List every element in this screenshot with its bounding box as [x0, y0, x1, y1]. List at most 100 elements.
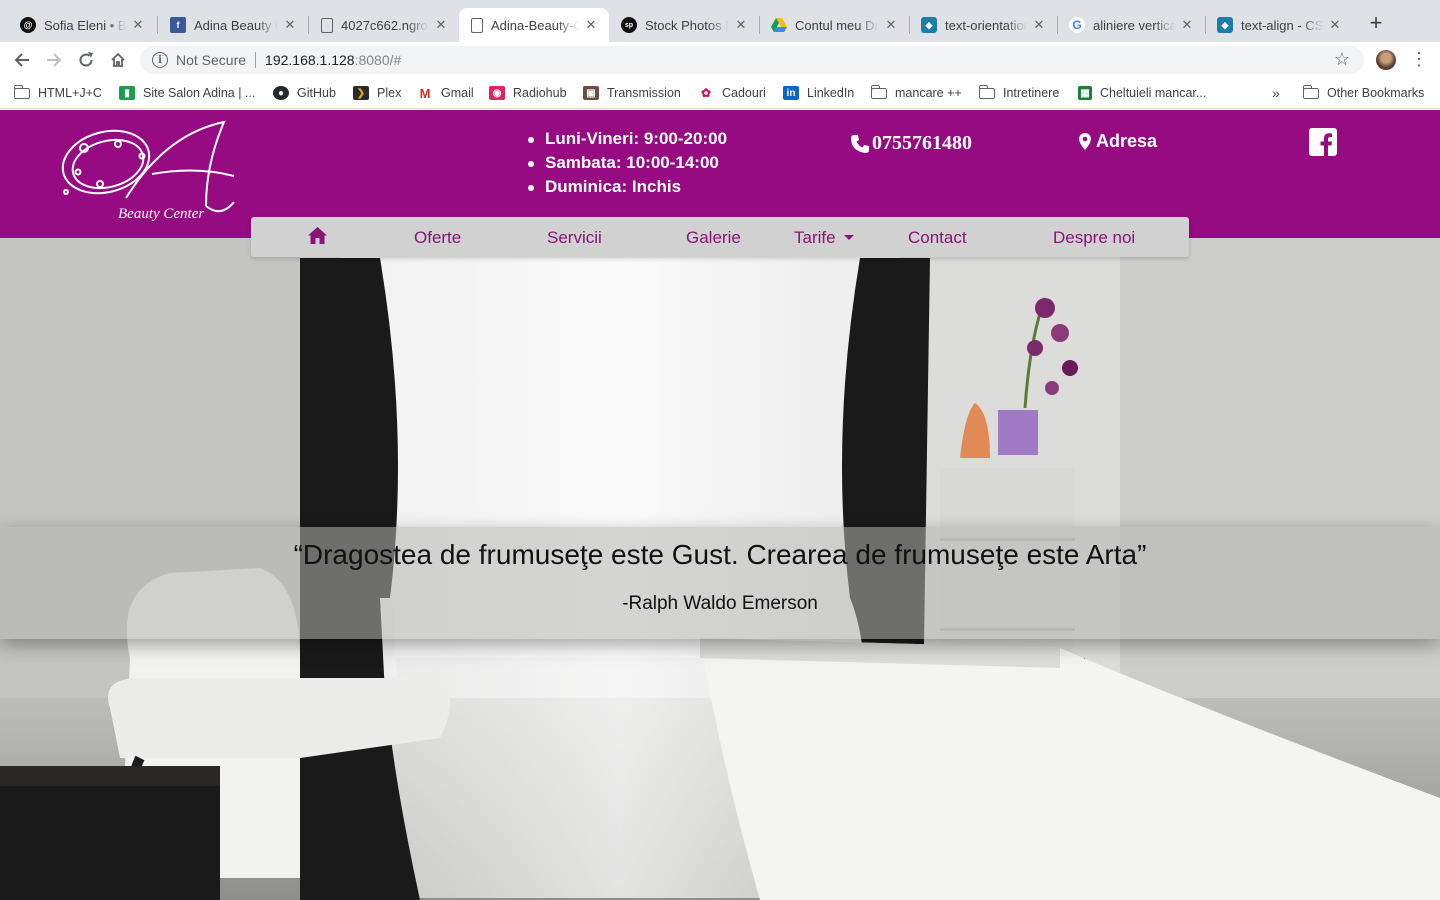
- tab-title: text-orientation: [945, 17, 1027, 33]
- nav-oferte[interactable]: Oferte: [414, 228, 461, 248]
- close-icon[interactable]: ✕: [130, 17, 146, 33]
- folder-icon: [978, 84, 995, 99]
- address-link[interactable]: Adresa: [1079, 131, 1157, 152]
- sp-icon: sp: [621, 17, 637, 33]
- tab[interactable]: ◆ text-orientation ✕: [909, 8, 1057, 42]
- tab-title: 4027c662.ngro: [341, 17, 428, 33]
- star-icon[interactable]: ☆: [1334, 49, 1350, 70]
- reload-icon[interactable]: [74, 48, 98, 72]
- tab[interactable]: G aliniere vertica ✕: [1057, 8, 1205, 42]
- other-bookmarks[interactable]: Other Bookmarks: [1302, 83, 1424, 103]
- phone-icon: [851, 134, 869, 153]
- tab-title: Stock Photos |: [645, 17, 729, 33]
- tab-active[interactable]: Adina-Beauty-C ✕: [459, 8, 609, 42]
- gmail-icon: M: [417, 86, 433, 101]
- folder-icon: [1302, 84, 1319, 99]
- home-icon[interactable]: [308, 227, 327, 249]
- forward-icon[interactable]: [42, 48, 66, 72]
- tab[interactable]: Contul meu Dri ✕: [759, 8, 909, 42]
- website-viewport: Beauty Center Luni-Vineri: 9:00-20:00 Sa…: [0, 110, 1440, 900]
- bookmark-item[interactable]: ✿ Cadouri: [698, 83, 766, 103]
- trello-icon: ▮: [119, 86, 135, 100]
- opening-hours: Luni-Vineri: 9:00-20:00 Sambata: 10:00-1…: [528, 127, 727, 199]
- address-bar[interactable]: i Not Secure 192.168.1.128:8080/# ☆: [140, 46, 1364, 74]
- menu-icon[interactable]: ⋮: [1410, 48, 1428, 70]
- close-icon[interactable]: ✕: [883, 17, 899, 33]
- folder-icon: [870, 84, 887, 99]
- facebook-icon: f: [170, 17, 186, 33]
- tab[interactable]: ◆ text-align - CS ✕: [1205, 8, 1353, 42]
- tab[interactable]: 4027c662.ngro ✕: [309, 8, 459, 42]
- bookmark-item[interactable]: mancare ++: [870, 83, 962, 103]
- page-icon: [471, 17, 483, 33]
- mdn-icon: ◆: [1217, 17, 1233, 33]
- phone-number: 0755761480: [872, 132, 972, 154]
- site-logo[interactable]: Beauty Center: [56, 114, 246, 226]
- quote-banner: “Dragostea de frumuseţe este Gust. Crear…: [0, 527, 1440, 639]
- google-icon: G: [1069, 17, 1085, 33]
- bookmark-item[interactable]: ❯ Plex: [353, 83, 401, 103]
- info-icon[interactable]: i: [152, 52, 168, 68]
- close-icon[interactable]: ✕: [733, 17, 749, 33]
- nav-servicii[interactable]: Servicii: [547, 228, 602, 248]
- hours-sunday: Duminica: Inchis: [528, 175, 727, 199]
- facebook-icon[interactable]: [1309, 128, 1337, 156]
- close-icon[interactable]: ✕: [282, 17, 298, 33]
- threads-icon: @: [20, 17, 36, 33]
- nav-contact[interactable]: Contact: [908, 228, 967, 248]
- url-host: 192.168.1.128: [265, 52, 355, 68]
- close-icon[interactable]: ✕: [1179, 17, 1195, 33]
- tab[interactable]: f Adina Beauty C ✕: [158, 8, 308, 42]
- bookmark-item[interactable]: ● GitHub: [273, 83, 336, 103]
- tab[interactable]: sp Stock Photos | ✕: [609, 8, 759, 42]
- nav-despre-noi[interactable]: Despre noi: [1053, 228, 1135, 248]
- drive-icon: [771, 17, 787, 33]
- folder-icon: [13, 84, 30, 99]
- bookmark-item[interactable]: ▦ Cheltuieli mancar...: [1078, 83, 1206, 103]
- quote-author: -Ralph Waldo Emerson: [622, 593, 818, 614]
- sheets-icon: ▦: [1078, 86, 1092, 100]
- bookmarks-overflow-button[interactable]: »: [1272, 83, 1280, 103]
- tab-title: Adina Beauty C: [194, 17, 278, 33]
- caret-down-icon: [843, 235, 854, 240]
- tab-title: text-align - CS: [1241, 17, 1323, 33]
- home-icon[interactable]: [106, 48, 130, 72]
- hours-saturday: Sambata: 10:00-14:00: [528, 151, 727, 175]
- new-tab-button[interactable]: +: [1364, 11, 1388, 35]
- back-icon[interactable]: [10, 48, 34, 72]
- close-icon[interactable]: ✕: [1327, 17, 1343, 33]
- bookmarks-bar: HTML+J+C ▮ Site Salon Adina | ... ● GitHub…: [0, 78, 1440, 109]
- browser-toolbar: i Not Secure 192.168.1.128:8080/# ☆: [0, 42, 1440, 78]
- main-navigation: Oferte Servicii Galerie Tarife Contact D…: [251, 217, 1189, 257]
- close-icon[interactable]: ✕: [433, 17, 449, 33]
- tab-title: Contul meu Dri: [795, 17, 879, 33]
- github-icon: ●: [273, 86, 289, 100]
- page-icon: [321, 17, 333, 33]
- bookmark-item[interactable]: ▣ Transmission: [583, 83, 681, 103]
- bookmark-item[interactable]: M Gmail: [417, 83, 474, 103]
- hours-weekdays: Luni-Vineri: 9:00-20:00: [528, 127, 727, 151]
- avatar[interactable]: [1376, 50, 1396, 70]
- security-label: Not Secure: [176, 52, 247, 68]
- bookmark-item[interactable]: HTML+J+C: [13, 83, 102, 103]
- svg-text:Beauty Center: Beauty Center: [118, 206, 204, 222]
- bookmark-item[interactable]: in LinkedIn: [783, 83, 854, 103]
- close-icon[interactable]: ✕: [583, 17, 599, 33]
- tab-title: aliniere vertica: [1093, 17, 1175, 33]
- linkedin-icon: in: [783, 86, 799, 100]
- close-icon[interactable]: ✕: [1031, 17, 1047, 33]
- quote-text: “Dragostea de frumuseţe este Gust. Crear…: [293, 539, 1147, 570]
- tab[interactable]: @ Sofia Eleni • Be ✕: [8, 8, 156, 42]
- bookmark-item[interactable]: ▮ Site Salon Adina | ...: [119, 83, 255, 103]
- bookmark-item[interactable]: ◉ Radiohub: [489, 83, 567, 103]
- phone-link[interactable]: 0755761480: [850, 132, 972, 155]
- nav-tarife-dropdown[interactable]: Tarife: [794, 228, 854, 248]
- tab-title: Sofia Eleni • Be: [44, 17, 126, 33]
- transmission-icon: ▣: [583, 86, 599, 100]
- url-rest: :8080/#: [354, 52, 402, 68]
- mdn-icon: ◆: [921, 17, 937, 33]
- tab-title: Adina-Beauty-C: [491, 17, 579, 33]
- nav-galerie[interactable]: Galerie: [686, 228, 741, 248]
- bookmark-item[interactable]: Intretinere: [978, 83, 1059, 103]
- radio-icon: ◉: [489, 86, 505, 100]
